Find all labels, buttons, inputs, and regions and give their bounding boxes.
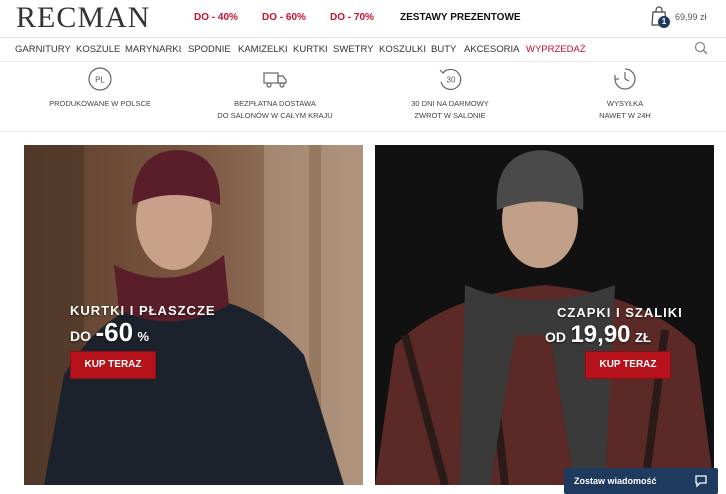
- pl-badge-icon: PL: [88, 67, 112, 91]
- top-bar: RECMAN DO - 40% DO - 60% DO - 70% ZESTAW…: [0, 0, 726, 38]
- banner-price: DO -60 %: [70, 317, 150, 347]
- nav-item-koszulki[interactable]: KOSZULKI: [379, 44, 426, 55]
- promo-link-40[interactable]: DO - 40%: [194, 12, 238, 23]
- chat-label: Zostaw wiadomość: [574, 476, 657, 486]
- nav-item-swetry[interactable]: SWETRY: [333, 44, 373, 55]
- promo-link-60[interactable]: DO - 60%: [262, 12, 306, 23]
- promo-link-gift-sets[interactable]: ZESTAWY PREZENTOWE: [400, 12, 521, 23]
- svg-text:PL: PL: [95, 76, 105, 85]
- nav-item-marynarki[interactable]: MARYNARKI: [125, 44, 181, 55]
- cart-amount[interactable]: 69,99 zł: [675, 12, 707, 22]
- delivery-truck-icon: [263, 72, 287, 88]
- benefit-text: BEZPŁATNA DOSTAWA DO SALONÓW W CAŁYM KRA…: [217, 99, 333, 120]
- benefit-text: PRODUKOWANE W POLSCE: [49, 99, 151, 108]
- stopwatch-icon: [614, 68, 636, 90]
- return-30-icon: 30: [439, 68, 462, 91]
- banner-price: OD 19,90 ZŁ: [545, 321, 651, 348]
- banner-title: CZAPKI I SZALIKI: [557, 305, 683, 320]
- buy-now-button[interactable]: KUP TERAZ: [70, 351, 156, 379]
- benefit-made-in-poland: PL PRODUKOWANE W POLSCE: [40, 64, 160, 110]
- benefit-shipping-24h: WYSYŁKA NAWET W 24H: [570, 64, 680, 122]
- main-nav: GARNITURY KOSZULE MARYNARKI SPODNIE KAMI…: [0, 38, 726, 61]
- banner-hats-scarves[interactable]: CZAPKI I SZALIKI OD 19,90 ZŁ KUP TERAZ: [375, 145, 714, 485]
- nav-divider: [0, 61, 726, 62]
- benefit-text: 30 DNI NA DARMOWY ZWROT W SALONIE: [411, 99, 489, 120]
- nav-item-koszule[interactable]: KOSZULE: [76, 44, 120, 55]
- benefit-free-return: 30 30 DNI NA DARMOWY ZWROT W SALONIE: [390, 64, 510, 122]
- banner-jackets[interactable]: KURTKI I PŁASZCZE DO -60 % KUP TERAZ: [24, 145, 363, 485]
- chat-widget[interactable]: Zostaw wiadomość: [564, 468, 718, 494]
- nav-item-spodnie[interactable]: SPODNIE: [188, 44, 231, 55]
- svg-text:30: 30: [447, 76, 456, 85]
- benefit-free-delivery: BEZPŁATNA DOSTAWA DO SALONÓW W CAŁYM KRA…: [205, 64, 345, 122]
- promo-link-70[interactable]: DO - 70%: [330, 12, 374, 23]
- buy-now-button[interactable]: KUP TERAZ: [585, 351, 671, 379]
- nav-item-garnitury[interactable]: GARNITURY: [15, 44, 71, 55]
- nav-item-kurtki[interactable]: KURTKI: [293, 44, 328, 55]
- benefit-text: WYSYŁKA NAWET W 24H: [599, 99, 651, 120]
- banner-title: KURTKI I PŁASZCZE: [70, 303, 216, 318]
- nav-item-akcesoria[interactable]: AKCESORIA: [464, 44, 519, 55]
- logo[interactable]: RECMAN: [16, 1, 150, 35]
- cart-count-badge: 1: [658, 16, 670, 28]
- nav-item-kamizelki[interactable]: KAMIZELKI: [238, 44, 288, 55]
- nav-item-wyprzedaz[interactable]: WYPRZEDAŻ: [526, 44, 586, 55]
- search-icon[interactable]: [694, 41, 708, 55]
- chat-bubble-icon: [695, 475, 707, 488]
- benefits-divider: [0, 131, 726, 132]
- nav-item-buty[interactable]: BUTY: [431, 44, 456, 55]
